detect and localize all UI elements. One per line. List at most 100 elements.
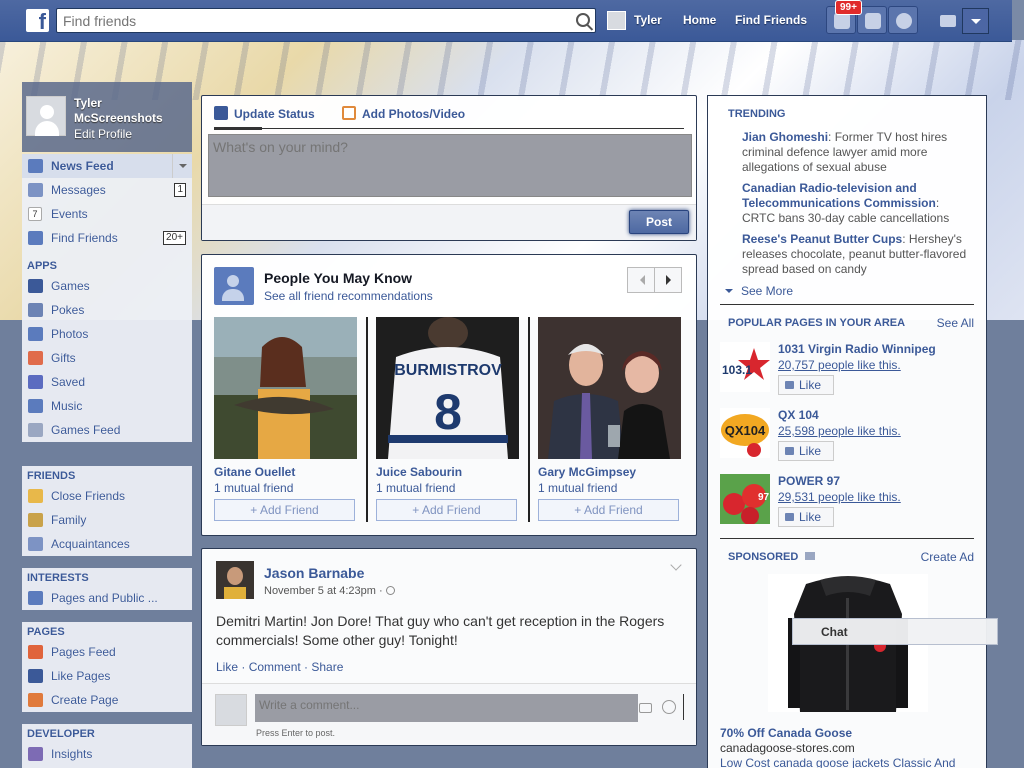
sidebar-item-close-friends[interactable]: Close Friends xyxy=(22,484,192,508)
friend-photo[interactable]: BURMISTROV 8 xyxy=(376,317,519,459)
commenter-avatar xyxy=(215,694,247,726)
privacy-shortcuts-icon[interactable] xyxy=(940,15,956,27)
popular-page-item: 103.1 1031 Virgin Radio Winnipeg 20,757 … xyxy=(720,342,980,398)
sidebar-item-pages-and-public[interactable]: Pages and Public ... xyxy=(22,586,192,610)
account-settings-button[interactable] xyxy=(962,8,989,34)
sidebar-item-label: Close Friends xyxy=(51,489,126,503)
camera-icon[interactable] xyxy=(639,703,652,713)
sidebar-item-music[interactable]: Music xyxy=(22,394,192,418)
nav-find-friends-link[interactable]: Find Friends xyxy=(735,13,807,27)
post-button[interactable]: Post xyxy=(629,210,689,234)
trending-item[interactable]: Canadian Radio-television and Telecommun… xyxy=(742,181,972,226)
search-input[interactable] xyxy=(57,9,557,32)
timestamp-text[interactable]: November 5 at 4:23pm xyxy=(264,585,376,597)
chevron-down-icon[interactable] xyxy=(670,561,684,571)
notifications-jewel[interactable] xyxy=(888,6,918,34)
add-friend-button[interactable]: + Add Friend xyxy=(214,499,355,521)
see-all-recommendations-link[interactable]: See all friend recommendations xyxy=(264,289,433,303)
page-logo[interactable]: QX104 xyxy=(720,408,770,458)
mutual-friends[interactable]: 1 mutual friend xyxy=(538,481,617,495)
page-logo[interactable]: 103.1 xyxy=(720,342,770,392)
friend-name[interactable]: Juice Sabourin xyxy=(376,465,462,479)
like-page-button[interactable]: Like xyxy=(778,441,834,461)
see-all-link[interactable]: See All xyxy=(937,316,974,330)
add-friend-button[interactable]: + Add Friend xyxy=(376,499,517,521)
friend-name[interactable]: Gitane Ouellet xyxy=(214,465,295,479)
sidebar-item-label: Like Pages xyxy=(51,669,111,683)
friend-name[interactable]: Gary McGimpsey xyxy=(538,465,636,479)
sidebar-item-like-pages[interactable]: Like Pages xyxy=(22,664,192,688)
page-name[interactable]: POWER 97 xyxy=(778,474,840,488)
page-name[interactable]: QX 104 xyxy=(778,408,819,422)
tab-update-status[interactable]: Update Status xyxy=(214,106,315,121)
sidebar-item-gifts[interactable]: Gifts xyxy=(22,346,192,370)
mutual-friends[interactable]: 1 mutual friend xyxy=(376,481,455,495)
sidebar-item-games-feed[interactable]: Games Feed xyxy=(22,418,192,442)
status-input[interactable] xyxy=(208,134,692,197)
add-friend-button[interactable]: + Add Friend xyxy=(538,499,679,521)
page-likes[interactable]: 29,531 people like this. xyxy=(778,490,901,504)
ad-title[interactable]: 70% Off Canada Goose xyxy=(720,726,852,740)
add-friend-icon: + xyxy=(574,503,584,517)
like-page-button[interactable]: Like xyxy=(778,375,834,395)
user-avatar[interactable] xyxy=(607,11,626,30)
nav-profile-link[interactable]: Tyler xyxy=(634,13,662,27)
create-ad-link[interactable]: Create Ad xyxy=(921,550,974,564)
sidebar-item-saved[interactable]: Saved xyxy=(22,370,192,394)
comment-link[interactable]: Comment xyxy=(249,660,301,674)
ad-description[interactable]: Low Cost canada goose jackets Classic An… xyxy=(720,756,982,768)
author-avatar[interactable] xyxy=(216,561,254,599)
sidebar-item-photos[interactable]: Photos xyxy=(22,322,192,346)
page-likes[interactable]: 20,757 people like this. xyxy=(778,358,901,372)
page-logo-text: 103.1 xyxy=(722,363,752,377)
friend-photo[interactable] xyxy=(214,317,357,459)
ad-url[interactable]: canadagoose-stores.com xyxy=(720,741,855,755)
sidebar-item-find-friends[interactable]: Find Friends 20+ xyxy=(22,226,192,250)
sidebar-item-acquaintances[interactable]: Acquaintances xyxy=(22,532,192,556)
tab-label: Update Status xyxy=(234,107,315,121)
trending-item[interactable]: Reese's Peanut Butter Cups: Hershey's re… xyxy=(742,232,972,277)
profile-avatar[interactable] xyxy=(26,96,66,136)
sidebar-item-events[interactable]: 7 Events xyxy=(22,202,192,226)
sidebar-item-games[interactable]: Games xyxy=(22,274,192,298)
sidebar-item-create-page[interactable]: Create Page xyxy=(22,688,192,712)
profile-name[interactable]: Tyler McScreenshots xyxy=(74,96,190,126)
trending-item[interactable]: Jian Ghomeshi: Former TV host hires crim… xyxy=(742,130,972,175)
calendar-icon: 7 xyxy=(28,207,42,221)
chevron-down-icon[interactable] xyxy=(172,154,192,178)
emoticon-icon[interactable] xyxy=(662,700,676,714)
mutual-friends[interactable]: 1 mutual friend xyxy=(214,481,293,495)
sidebar-item-pokes[interactable]: Pokes xyxy=(22,298,192,322)
friend-suggestion-card: Gitane Ouellet 1 mutual friend + Add Fri… xyxy=(214,317,357,522)
post-author[interactable]: Jason Barnabe xyxy=(264,565,364,581)
sidebar-item-pages-feed[interactable]: Pages Feed xyxy=(22,640,192,664)
see-more-link[interactable]: See More xyxy=(725,284,793,298)
sidebar-item-family[interactable]: Family xyxy=(22,508,192,532)
sidebar-item-insights[interactable]: Insights xyxy=(22,742,192,766)
page-likes[interactable]: 25,598 people like this. xyxy=(778,424,901,438)
next-button[interactable] xyxy=(654,267,682,293)
facebook-logo-icon[interactable]: f xyxy=(26,9,49,34)
page-name[interactable]: 1031 Virgin Radio Winnipeg xyxy=(778,342,936,356)
share-link[interactable]: Share xyxy=(311,660,343,674)
like-link[interactable]: Like xyxy=(216,660,238,674)
like-page-button[interactable]: Like xyxy=(778,507,834,527)
edit-profile-link[interactable]: Edit Profile xyxy=(74,127,132,141)
page-logo[interactable]: 97 xyxy=(720,474,770,524)
sidebar-item-news-feed[interactable]: News Feed xyxy=(22,154,192,178)
friend-photo[interactable] xyxy=(538,317,681,459)
tab-label: Add Photos/Video xyxy=(362,107,466,121)
tab-add-photos[interactable]: Add Photos/Video xyxy=(342,106,465,121)
search-icon[interactable] xyxy=(576,13,590,27)
sidebar-item-label: Create Page xyxy=(51,693,119,707)
trending-topic[interactable]: Jian Ghomeshi xyxy=(742,130,828,144)
messages-icon xyxy=(28,183,43,197)
trending-topic[interactable]: Canadian Radio-television and Telecommun… xyxy=(742,181,936,210)
nav-home-link[interactable]: Home xyxy=(683,13,716,27)
previous-button[interactable] xyxy=(627,267,655,293)
post-actions: Like · Comment · Share xyxy=(216,660,344,674)
trending-topic[interactable]: Reese's Peanut Butter Cups xyxy=(742,232,902,246)
chat-bar[interactable]: Chat xyxy=(792,618,998,645)
sidebar-item-messages[interactable]: Messages 1 xyxy=(22,178,192,202)
comment-input[interactable] xyxy=(255,694,638,722)
